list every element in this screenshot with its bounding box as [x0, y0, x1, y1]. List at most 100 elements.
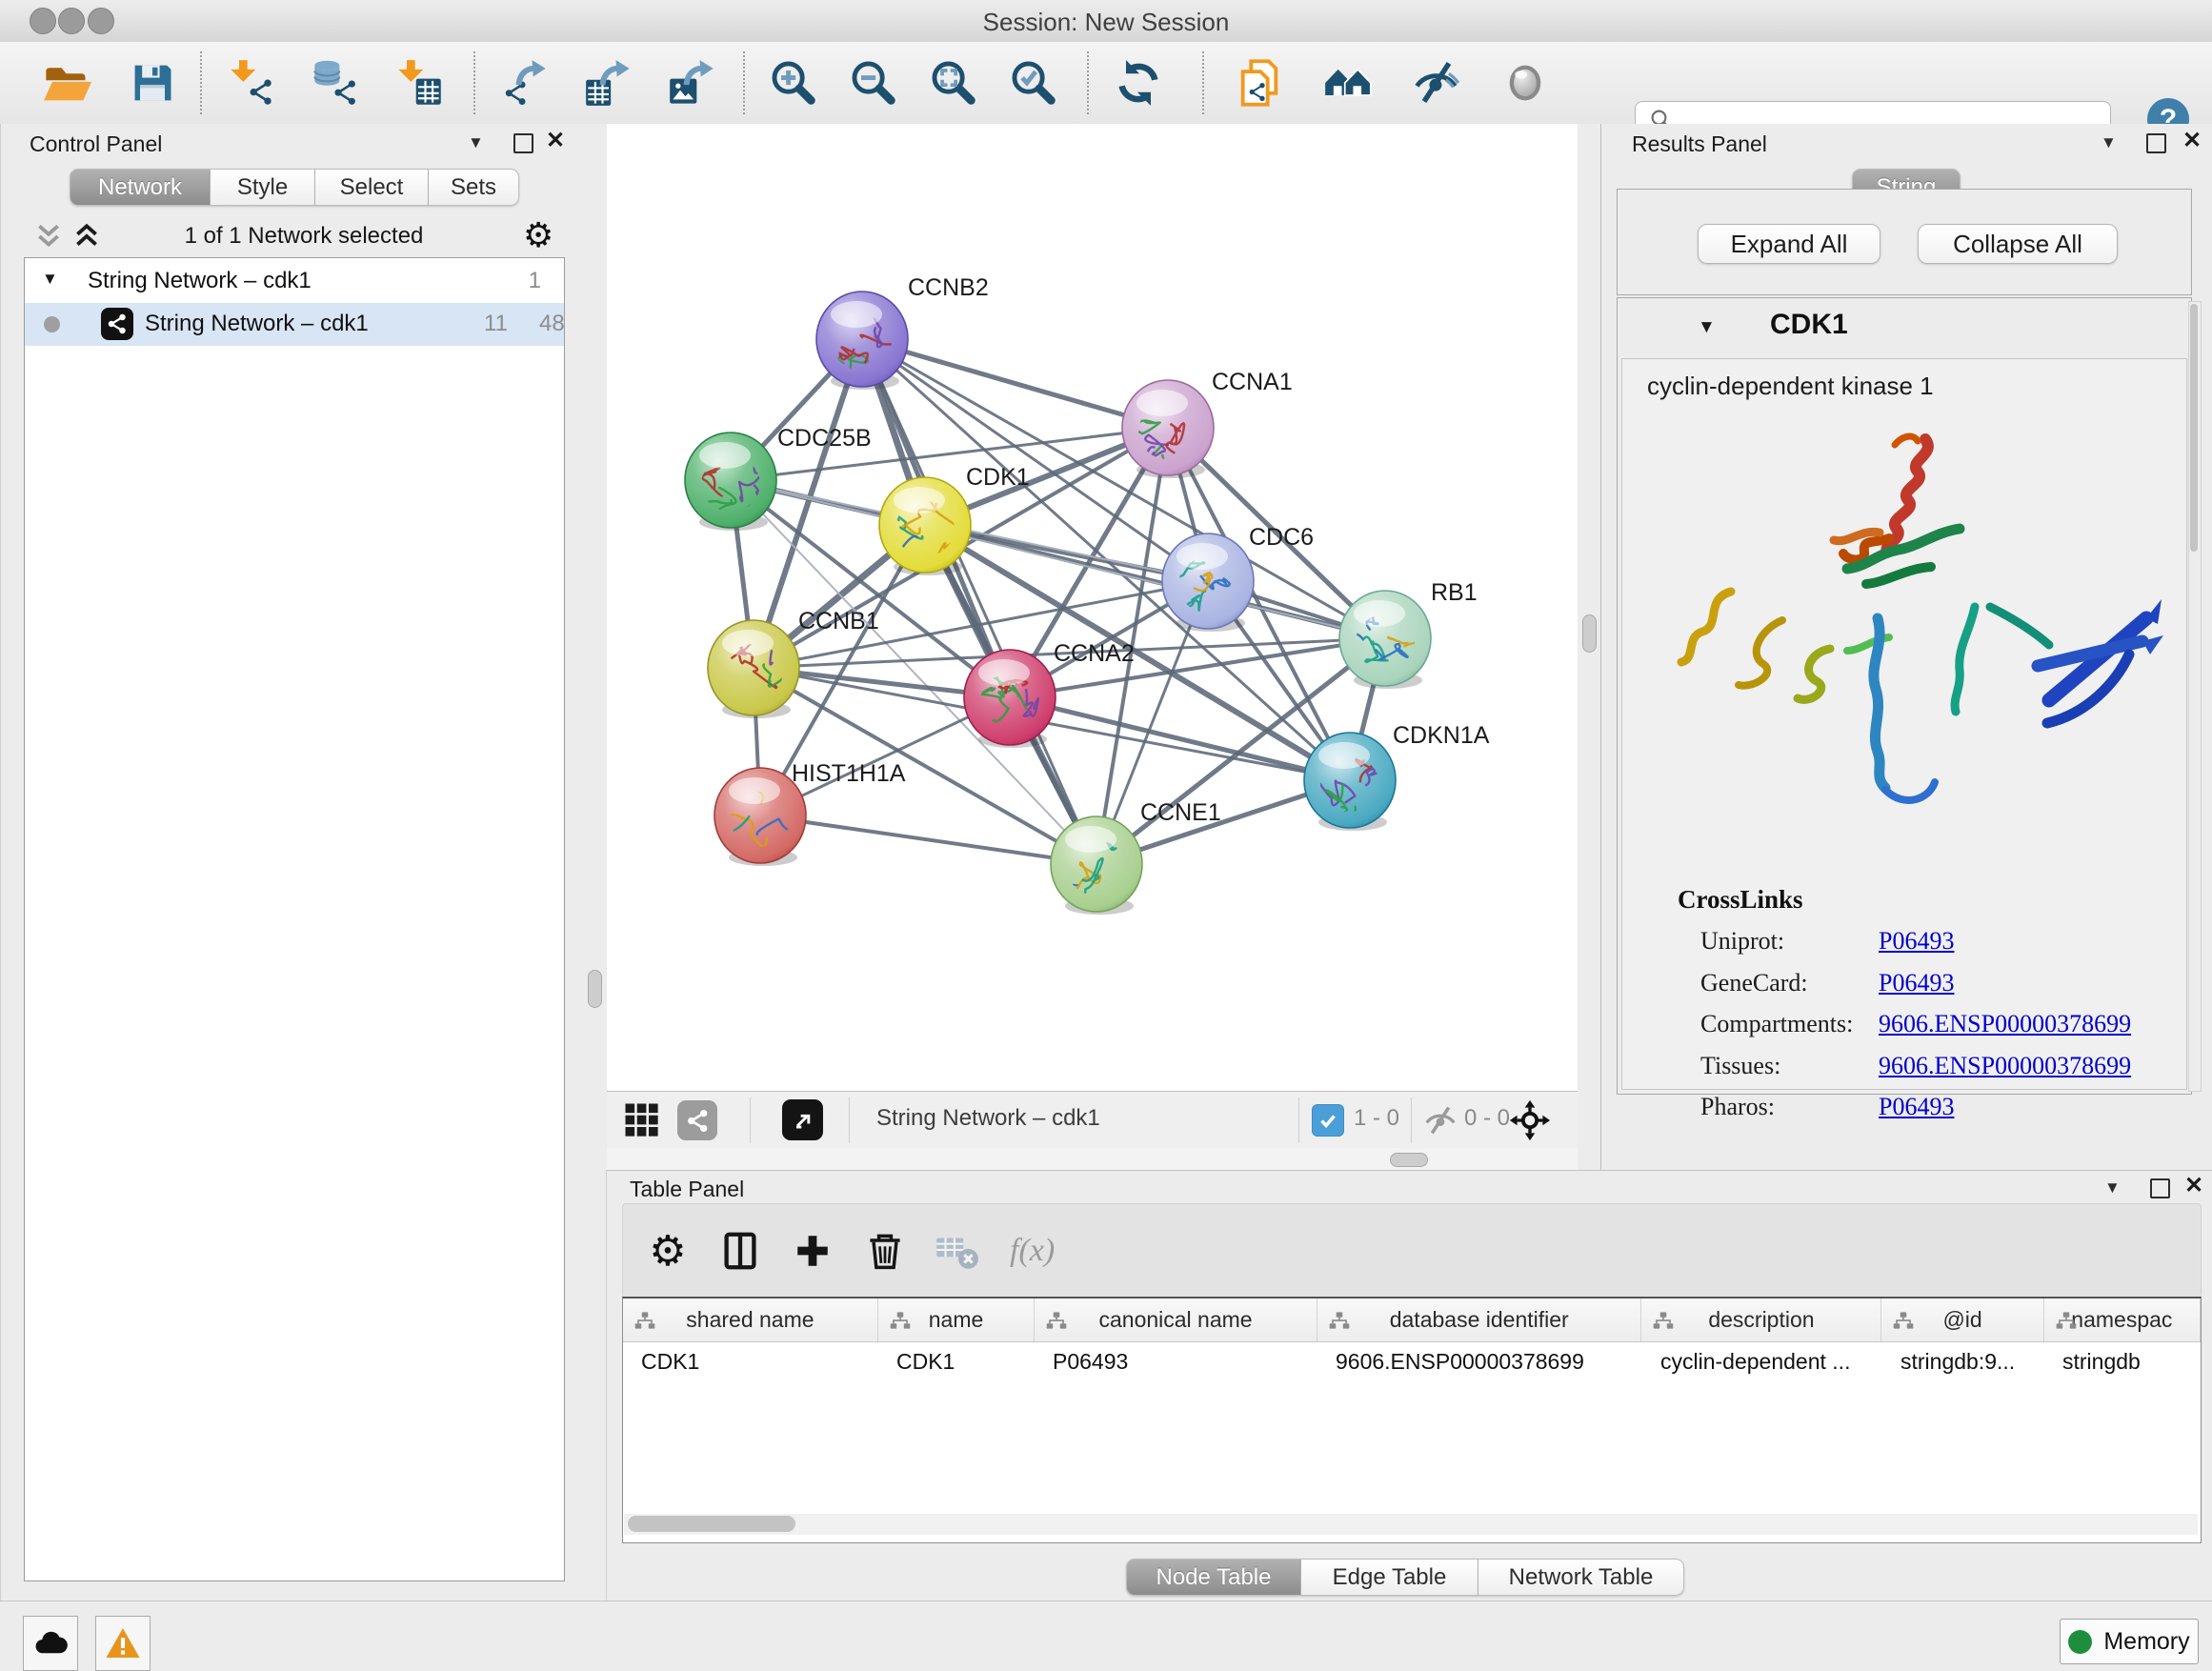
export-table-button[interactable] [582, 56, 635, 110]
tab-edge-table[interactable]: Edge Table [1301, 1559, 1478, 1596]
table-settings-button[interactable]: ⚙ [640, 1223, 695, 1278]
node-CDK1[interactable] [879, 477, 971, 583]
table-cell[interactable]: P06493 [1035, 1342, 1317, 1380]
toolbar-separator [743, 51, 745, 114]
panel-close-icon[interactable]: ✕ [546, 131, 565, 151]
panel-float-icon[interactable] [2146, 133, 2166, 153]
table-cell[interactable]: stringdb:9... [1882, 1342, 2044, 1380]
zoom-fit-button[interactable] [927, 56, 980, 110]
zoom-selected-button[interactable] [1007, 56, 1060, 110]
birdseye-view-icon[interactable] [622, 1100, 662, 1140]
import-table-icon [394, 58, 444, 108]
zoom-in-button[interactable] [767, 56, 820, 110]
collapse-all-button[interactable]: Collapse All [1918, 224, 2118, 264]
cloud-button[interactable] [23, 1616, 78, 1671]
clone-network-button[interactable] [1233, 56, 1286, 110]
open-session-button[interactable] [40, 56, 93, 110]
panel-close-icon[interactable]: ✕ [2184, 1177, 2203, 1196]
table-row[interactable]: CDK1CDK1P064939606.ENSP00000378699cyclin… [623, 1342, 2201, 1380]
horizontal-splitter[interactable] [607, 1148, 1578, 1170]
network-collection-row[interactable]: ▼ String Network – cdk1 1 [25, 260, 564, 303]
panel-close-icon[interactable]: ✕ [2182, 131, 2202, 151]
open-in-new-window-icon[interactable] [782, 1099, 823, 1140]
edge-CCNB2-CCNA1[interactable] [862, 339, 1168, 428]
edge-HIST1H1A-CCNE1[interactable] [760, 815, 1096, 864]
panel-float-icon[interactable] [513, 133, 533, 153]
fit-selected-crosshair-icon[interactable] [1508, 1098, 1552, 1142]
zoom-out-button[interactable] [847, 56, 900, 110]
panel-float-icon[interactable] [2150, 1178, 2170, 1198]
show-hidden-button[interactable] [1498, 56, 1552, 110]
memory-button[interactable]: Memory [2060, 1619, 2199, 1664]
tree-expand-icon[interactable]: ▼ [42, 270, 58, 289]
delete-column-button[interactable] [857, 1223, 913, 1278]
node-CCNA1[interactable] [1122, 380, 1214, 478]
table-cell[interactable]: stringdb [2044, 1342, 2201, 1380]
import-network-from-database-button[interactable] [309, 56, 362, 110]
first-neighbors-button[interactable] [1321, 56, 1375, 110]
zoom-fit-icon [929, 58, 978, 108]
column-header-shared-name[interactable]: shared name [623, 1299, 878, 1341]
node-CCNB1[interactable] [708, 620, 799, 718]
function-builder-button[interactable]: f(x) [1002, 1223, 1062, 1278]
export-network-button[interactable] [498, 56, 552, 110]
export-image-button[interactable] [666, 56, 719, 110]
network-share-icon[interactable] [677, 1100, 717, 1140]
column-header-@id[interactable]: @id [1881, 1299, 2043, 1341]
splitter-handle[interactable] [1582, 614, 1597, 653]
hidden-eye-icon[interactable] [1422, 1102, 1458, 1138]
node-CCNE1[interactable] [1035, 816, 1142, 915]
tab-select[interactable]: Select [315, 169, 429, 206]
status-bar: Memory [0, 1601, 2212, 1671]
gear-icon[interactable]: ⚙ [523, 215, 553, 255]
collapse-section-icon[interactable]: ▼ [1698, 317, 1716, 338]
splitter-handle[interactable] [1390, 1153, 1428, 1167]
crosslink-value-link[interactable]: 9606.ENSP00000378699 [1879, 1010, 2131, 1038]
scrollbar-thumb[interactable] [628, 1516, 795, 1532]
table-cell[interactable]: CDK1 [878, 1342, 1035, 1380]
refresh-button[interactable] [1112, 56, 1165, 110]
tab-network-table[interactable]: Network Table [1478, 1559, 1684, 1596]
node-CDC25B[interactable] [685, 433, 776, 531]
column-header-canonical-name[interactable]: canonical name [1035, 1299, 1317, 1341]
vertical-splitter[interactable] [1578, 124, 1600, 1170]
crosslink-value-link[interactable]: 9606.ENSP00000378699 [1879, 1052, 2131, 1080]
splitter-handle[interactable] [588, 970, 602, 1008]
crosslink-value-link[interactable]: P06493 [1879, 969, 1954, 997]
panel-menu-icon[interactable]: ▼ [2101, 133, 2117, 152]
tab-style[interactable]: Style [211, 169, 315, 206]
node-CDKN1A[interactable] [1304, 733, 1397, 831]
create-column-button[interactable] [785, 1223, 840, 1278]
column-header-description[interactable]: description [1641, 1299, 1881, 1341]
warnings-button[interactable] [95, 1616, 151, 1671]
results-scrollbar[interactable] [2188, 301, 2202, 1092]
import-network-button[interactable] [225, 56, 278, 110]
tab-network[interactable]: Network [70, 169, 211, 206]
delete-table-button[interactable] [930, 1223, 985, 1278]
crosslink-value-link[interactable]: P06493 [1879, 927, 1954, 956]
tab-node-table[interactable]: Node Table [1126, 1559, 1301, 1596]
node-CDC6[interactable] [1162, 534, 1254, 632]
panel-menu-icon[interactable]: ▼ [468, 133, 484, 152]
panel-menu-icon[interactable]: ▼ [2104, 1178, 2121, 1198]
network-row[interactable]: String Network – cdk1 11 48 [25, 303, 564, 346]
expand-all-button[interactable]: Expand All [1698, 224, 1880, 264]
tab-sets[interactable]: Sets [429, 169, 519, 206]
import-table-button[interactable] [392, 56, 446, 110]
crosslink-value-link[interactable]: P06493 [1879, 1093, 1954, 1121]
table-cell[interactable]: 9606.ENSP00000378699 [1317, 1342, 1642, 1380]
save-session-button[interactable] [126, 56, 179, 110]
table-cell[interactable]: CDK1 [623, 1342, 878, 1380]
column-header-name[interactable]: name [878, 1299, 1035, 1341]
column-header-namespac[interactable]: namespac [2044, 1299, 2201, 1341]
selected-checkbox-icon[interactable] [1312, 1104, 1344, 1137]
table-horizontal-scrollbar[interactable] [624, 1514, 2198, 1535]
node-CCNA2[interactable] [964, 650, 1056, 748]
clone-network-icon [1235, 58, 1284, 108]
scrollbar-thumb[interactable] [2190, 304, 2198, 552]
show-columns-button[interactable] [713, 1223, 768, 1278]
column-header-database-identifier[interactable]: database identifier [1317, 1299, 1642, 1341]
table-cell[interactable]: cyclin-dependent ... [1642, 1342, 1882, 1380]
network-canvas[interactable]: CCNB2CCNA1CDC25BCDK1CDC6RB1CCNB1CCNA2CDK… [607, 124, 1578, 1091]
hide-selected-button[interactable] [1410, 56, 1463, 110]
